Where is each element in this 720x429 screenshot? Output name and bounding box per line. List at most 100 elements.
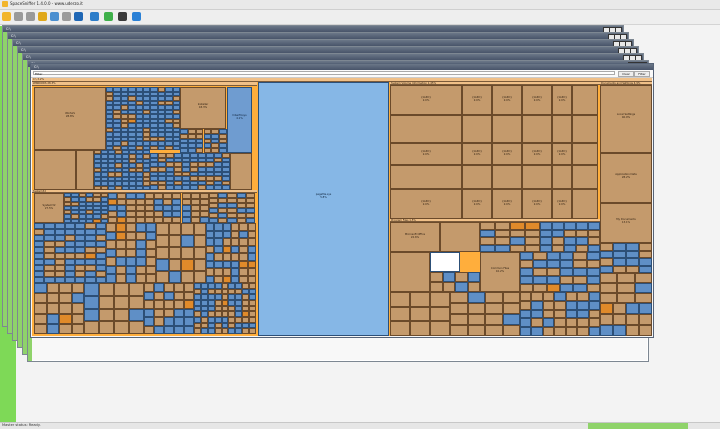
treemap-file-tile[interactable] <box>588 237 600 245</box>
filter-input[interactable]: Filter <box>33 71 615 76</box>
treemap-file-tile[interactable] <box>59 303 72 314</box>
treemap-file-tile[interactable] <box>586 252 600 260</box>
treemap-file-tile[interactable] <box>467 282 480 292</box>
treemap-file-tile[interactable] <box>239 245 248 253</box>
treemap-file-tile[interactable] <box>46 323 59 334</box>
treemap-file-tile[interactable] <box>126 274 136 283</box>
treemap-file-tile[interactable] <box>430 282 443 292</box>
treemap-file-tile[interactable] <box>455 272 468 282</box>
treemap-file-tile[interactable] <box>531 327 543 336</box>
treemap-file-tile[interactable]: {GUID} 2.0% <box>390 85 462 115</box>
tile-pagefile[interactable]: pagefile.sys 5.8% <box>258 82 389 336</box>
treemap-file-tile[interactable] <box>542 309 555 319</box>
treemap-file-tile[interactable] <box>467 272 480 282</box>
treemap-file-tile[interactable] <box>442 282 455 292</box>
treemap-file-tile[interactable] <box>525 237 540 245</box>
treemap-file-tile[interactable] <box>150 145 158 150</box>
treemap-file-tile[interactable] <box>146 240 156 249</box>
treemap-file-tile[interactable] <box>59 313 72 324</box>
tile-local-settings[interactable]: Local Settings 40.0% <box>600 85 652 153</box>
treemap-file-tile[interactable] <box>573 276 587 284</box>
treemap-file-tile[interactable] <box>116 265 126 275</box>
treemap-file-tile[interactable] <box>552 244 564 252</box>
treemap-file-tile[interactable] <box>144 300 154 309</box>
treemap-file-tile[interactable] <box>34 313 47 324</box>
treemap-file-tile[interactable] <box>520 309 532 319</box>
treemap-file-tile[interactable] <box>495 229 510 237</box>
treemap-file-tile[interactable] <box>467 325 485 336</box>
treemap-file-tile[interactable] <box>600 303 613 314</box>
treemap-file-tile[interactable] <box>164 325 174 334</box>
rescan-icon[interactable] <box>38 12 47 21</box>
treemap-file-tile[interactable] <box>144 325 154 334</box>
treemap-file-tile[interactable] <box>576 237 588 245</box>
treemap-file-tile[interactable] <box>184 325 194 334</box>
treemap-file-tile[interactable] <box>156 223 169 235</box>
treemap-file-tile[interactable] <box>239 238 248 246</box>
treemap-file-tile[interactable] <box>533 252 547 260</box>
treemap-file-tile[interactable] <box>184 291 194 300</box>
treemap-file-tile[interactable] <box>573 260 587 268</box>
treemap-file-tile[interactable] <box>206 238 215 246</box>
treemap-file-tile[interactable] <box>165 145 173 150</box>
treemap-file-tile[interactable] <box>174 300 184 309</box>
treemap-file-tile[interactable] <box>71 283 84 294</box>
treemap-file-tile[interactable] <box>231 238 240 246</box>
treemap-file-tile[interactable] <box>156 235 169 247</box>
treemap-file-tile[interactable] <box>390 165 462 189</box>
treemap-file-tile[interactable] <box>510 222 525 230</box>
treemap-file-tile[interactable]: {GUID} 2.0% <box>492 143 522 165</box>
treemap-file-tile[interactable] <box>136 240 146 249</box>
settings-icon[interactable] <box>118 12 127 21</box>
treemap-file-tile[interactable] <box>144 317 154 326</box>
treemap-file-tile[interactable] <box>247 253 256 261</box>
treemap-file-tile[interactable] <box>565 292 578 301</box>
treemap-file-tile[interactable] <box>520 327 532 336</box>
treemap-file-tile[interactable] <box>576 244 588 252</box>
treemap-file-tile[interactable] <box>588 222 600 230</box>
treemap-file-tile[interactable] <box>626 250 639 258</box>
treemap-file-tile[interactable] <box>59 293 72 304</box>
treemap-file-tile[interactable] <box>577 318 589 328</box>
treemap-file-tile[interactable] <box>154 308 164 317</box>
treemap-file-tile[interactable] <box>59 323 72 334</box>
treemap-file-tile[interactable] <box>455 282 468 292</box>
treemap-file-tile[interactable] <box>450 314 468 325</box>
treemap-file-tile[interactable] <box>168 223 181 235</box>
treemap-file-tile[interactable] <box>146 265 156 275</box>
treemap-file-tile[interactable] <box>146 231 156 241</box>
treemap-file-tile[interactable] <box>510 229 525 237</box>
treemap-file-tile[interactable] <box>586 260 600 268</box>
treemap-file-tile[interactable] <box>231 230 240 238</box>
treemap-file-tile[interactable] <box>626 303 639 314</box>
treemap-file-tile[interactable] <box>249 328 256 334</box>
treemap-file-tile[interactable] <box>231 275 240 283</box>
treemap-file-tile[interactable] <box>626 265 639 273</box>
treemap-file-tile[interactable] <box>531 300 543 310</box>
treemap-file-tile[interactable] <box>492 165 522 189</box>
treemap-file-tile[interactable] <box>214 275 223 283</box>
treemap-file-tile[interactable] <box>84 308 99 322</box>
star-icon[interactable] <box>104 12 113 21</box>
treemap-file-tile[interactable] <box>193 259 206 271</box>
treemap-file-tile[interactable] <box>560 268 574 276</box>
treemap-file-tile[interactable] <box>222 268 231 276</box>
treemap-file-tile[interactable] <box>634 273 652 283</box>
treemap-file-tile[interactable] <box>184 300 194 309</box>
treemap-file-tile[interactable]: {GUID} 2.0% <box>552 85 572 115</box>
treemap-file-tile[interactable] <box>485 314 503 325</box>
treemap-file-tile[interactable] <box>572 165 598 189</box>
treemap-file-tile[interactable] <box>168 235 181 247</box>
treemap-folder-tile[interactable] <box>390 252 430 292</box>
treemap-file-tile[interactable] <box>84 283 99 296</box>
treemap-file-tile[interactable] <box>136 223 146 232</box>
treemap-file-tile[interactable] <box>525 222 540 230</box>
treemap-file-tile[interactable] <box>129 308 144 322</box>
treemap-file-tile[interactable] <box>214 253 223 261</box>
treemap-file-tile[interactable] <box>114 295 129 309</box>
treemap-file-tile[interactable] <box>126 240 136 249</box>
treemap-file-tile[interactable] <box>634 283 652 293</box>
treemap-file-tile[interactable] <box>126 231 136 241</box>
treemap-file-tile[interactable] <box>144 283 154 292</box>
treemap-file-tile[interactable] <box>533 276 547 284</box>
